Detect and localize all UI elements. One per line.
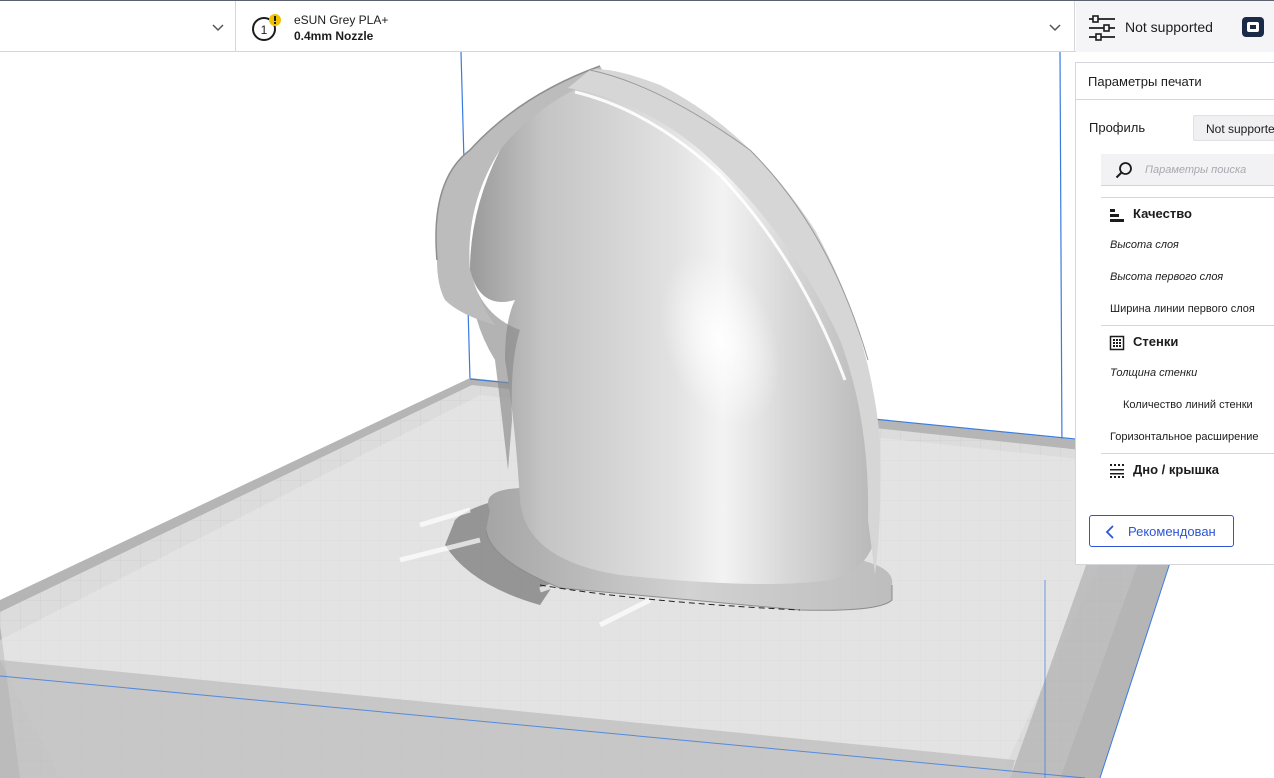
profile-label: Профиль [1089,120,1146,135]
top-bottom-icon [1110,464,1124,478]
chevron-left-icon [1105,525,1114,539]
recommended-button-label: Рекомендован [1128,524,1216,539]
category-label: Качество [1133,206,1192,221]
setting-wall-thickness[interactable]: Толщина стенки [1110,367,1197,379]
top-toolbar: 1 eSUN Grey PLA+ 0.4mm Nozzle Not suppor… [0,0,1274,52]
chevron-down-icon [1049,24,1061,32]
walls-icon [1109,335,1125,351]
settings-search[interactable] [1101,154,1274,186]
printer-selector[interactable] [0,1,236,52]
extruder-number: 1 [261,23,268,37]
setting-initial-line-width[interactable]: Ширина линии первого слоя [1110,303,1255,315]
category-top-bottom[interactable]: Дно / крышка [1101,453,1274,485]
setting-initial-layer-height[interactable]: Высота первого слоя [1110,271,1223,283]
settings-list[interactable]: Качество Высота слоя Высота первого слоя… [1101,197,1274,499]
category-label: Стенки [1133,334,1179,349]
setting-wall-line-count[interactable]: Количество линий стенки [1123,399,1253,411]
marketplace-icon[interactable] [1242,15,1266,39]
list-fade [1101,489,1274,499]
print-settings-toggle[interactable]: Not supported [1076,1,1274,52]
search-input[interactable] [1145,160,1274,180]
setting-horizontal-expansion[interactable]: Горизонтальное расширение [1110,431,1259,443]
quality-icon [1110,209,1124,222]
material-selector[interactable]: 1 eSUN Grey PLA+ 0.4mm Nozzle [237,1,1075,52]
category-walls[interactable]: Стенки [1101,325,1274,357]
divider [1076,99,1274,100]
category-label: Дно / крышка [1133,462,1220,477]
print-settings-panel: Параметры печати Профиль Not supported К… [1075,62,1274,565]
nozzle-name: 0.4mm Nozzle [294,29,374,43]
material-name: eSUN Grey PLA+ [294,13,389,27]
extruder-icon: 1 [252,14,281,41]
profile-dropdown[interactable]: Not supported [1193,115,1274,141]
category-quality[interactable]: Качество [1101,197,1274,229]
sliders-icon [1089,15,1115,41]
recommended-mode-button[interactable]: Рекомендован [1089,515,1234,547]
search-icon [1115,162,1132,179]
chevron-down-icon [212,24,224,32]
settings-status: Not supported [1125,19,1213,35]
panel-title: Параметры печати [1088,74,1202,89]
setting-layer-height[interactable]: Высота слоя [1110,239,1179,251]
